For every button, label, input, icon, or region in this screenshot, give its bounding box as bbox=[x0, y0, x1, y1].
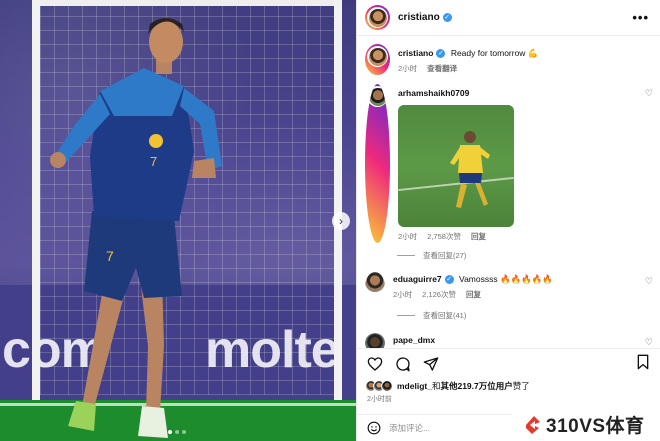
translate-link[interactable]: 查看翻译 bbox=[427, 63, 457, 75]
svg-text:7: 7 bbox=[150, 154, 157, 169]
carousel-dots bbox=[168, 430, 186, 434]
comment-username[interactable]: eduaguirre7 bbox=[393, 274, 442, 284]
comment-gif-player bbox=[450, 131, 490, 208]
comment-list[interactable]: cristiano ✓ Ready for tomorrow 💪 2小时 查看翻译… bbox=[357, 36, 660, 348]
comment-likes[interactable]: 2,758次赞 bbox=[427, 231, 461, 243]
verified-icon: ✓ bbox=[442, 13, 452, 22]
comment-time: 2小时 bbox=[393, 290, 413, 299]
avatar bbox=[381, 380, 393, 392]
comment-username[interactable]: arhamshaikh0709 bbox=[398, 88, 469, 98]
comment-item: pape_dmx bbox=[365, 333, 435, 348]
comment-like-icon[interactable]: ♡ bbox=[645, 337, 653, 348]
player-figure: 7 7 bbox=[50, 18, 222, 438]
post-header: cristiano ✓ ••• bbox=[357, 0, 660, 36]
emoji-icon[interactable] bbox=[367, 421, 381, 435]
goal-post-right bbox=[334, 0, 342, 400]
caption-avatar[interactable] bbox=[365, 44, 390, 75]
carousel-next-button[interactable]: › bbox=[332, 212, 350, 230]
caption-username[interactable]: cristiano bbox=[398, 48, 433, 58]
author-username[interactable]: cristiano ✓ bbox=[398, 12, 452, 23]
watermark: 310VS体育 bbox=[512, 408, 660, 441]
comment-item: eduaguirre7 ✓ Vamossss 🔥🔥🔥🔥🔥 2小时 2,126次赞 … bbox=[365, 272, 553, 301]
carousel-dot bbox=[168, 430, 172, 434]
comment-avatar[interactable] bbox=[365, 333, 385, 348]
more-icon[interactable]: ••• bbox=[632, 10, 649, 25]
caption-time: 2小时 bbox=[398, 64, 418, 73]
reply-button[interactable]: 回复 bbox=[471, 231, 486, 243]
comment-like-icon[interactable]: ♡ bbox=[645, 88, 653, 99]
comment-avatar[interactable] bbox=[365, 272, 385, 301]
liker-username[interactable]: mdeligt_ bbox=[397, 381, 432, 391]
comment-input[interactable] bbox=[389, 423, 509, 433]
like-heart-icon[interactable] bbox=[367, 356, 383, 372]
comment-time: 2小时 bbox=[398, 232, 418, 241]
caption-text: Ready for tomorrow 💪 bbox=[450, 48, 539, 58]
post-sidebar: cristiano ✓ ••• cristiano ✓ Ready for tomo… bbox=[356, 0, 660, 441]
likes-suffix: 赞了 bbox=[512, 381, 530, 391]
comment-username[interactable]: pape_dmx bbox=[393, 335, 435, 345]
comment-avatar[interactable] bbox=[365, 84, 390, 243]
liker-avatars bbox=[365, 380, 393, 392]
bookmark-icon[interactable] bbox=[636, 354, 650, 370]
post-date[interactable]: 2小时前 bbox=[367, 394, 392, 404]
comment-like-icon[interactable]: ♡ bbox=[645, 276, 653, 287]
likes-summary[interactable]: mdeligt_和其他219.7万位用户赞了 bbox=[365, 380, 530, 392]
comment-item: arhamshaikh0709 2小时 2,758次赞 回复 bbox=[365, 84, 514, 243]
view-replies-button[interactable]: 查看回复(27) bbox=[397, 250, 466, 261]
caption-row: cristiano ✓ Ready for tomorrow 💪 2小时 查看翻译 bbox=[365, 44, 538, 75]
carousel-dot bbox=[175, 430, 179, 434]
verified-icon: ✓ bbox=[444, 275, 454, 284]
action-bar bbox=[357, 348, 660, 378]
verified-icon: ✓ bbox=[436, 49, 446, 58]
watermark-logo-icon bbox=[526, 415, 540, 434]
likes-others[interactable]: 其他219.7万位用户 bbox=[440, 381, 512, 391]
comment-gif[interactable] bbox=[398, 105, 514, 227]
svg-text:7: 7 bbox=[106, 248, 114, 264]
watermark-text: 310VS体育 bbox=[546, 416, 645, 437]
reply-button[interactable]: 回复 bbox=[466, 289, 481, 301]
author-avatar[interactable] bbox=[365, 5, 390, 30]
goal-post-left bbox=[32, 0, 40, 400]
share-icon[interactable] bbox=[423, 356, 439, 372]
carousel-dot bbox=[182, 430, 186, 434]
comment-text: Vamossss 🔥🔥🔥🔥🔥 bbox=[459, 274, 553, 284]
comment-icon[interactable] bbox=[395, 356, 411, 372]
comment-likes[interactable]: 2,126次赞 bbox=[422, 289, 456, 301]
view-replies-button[interactable]: 查看回复(41) bbox=[397, 310, 466, 321]
post-media[interactable]: com molte 7 7 › bbox=[0, 0, 356, 441]
